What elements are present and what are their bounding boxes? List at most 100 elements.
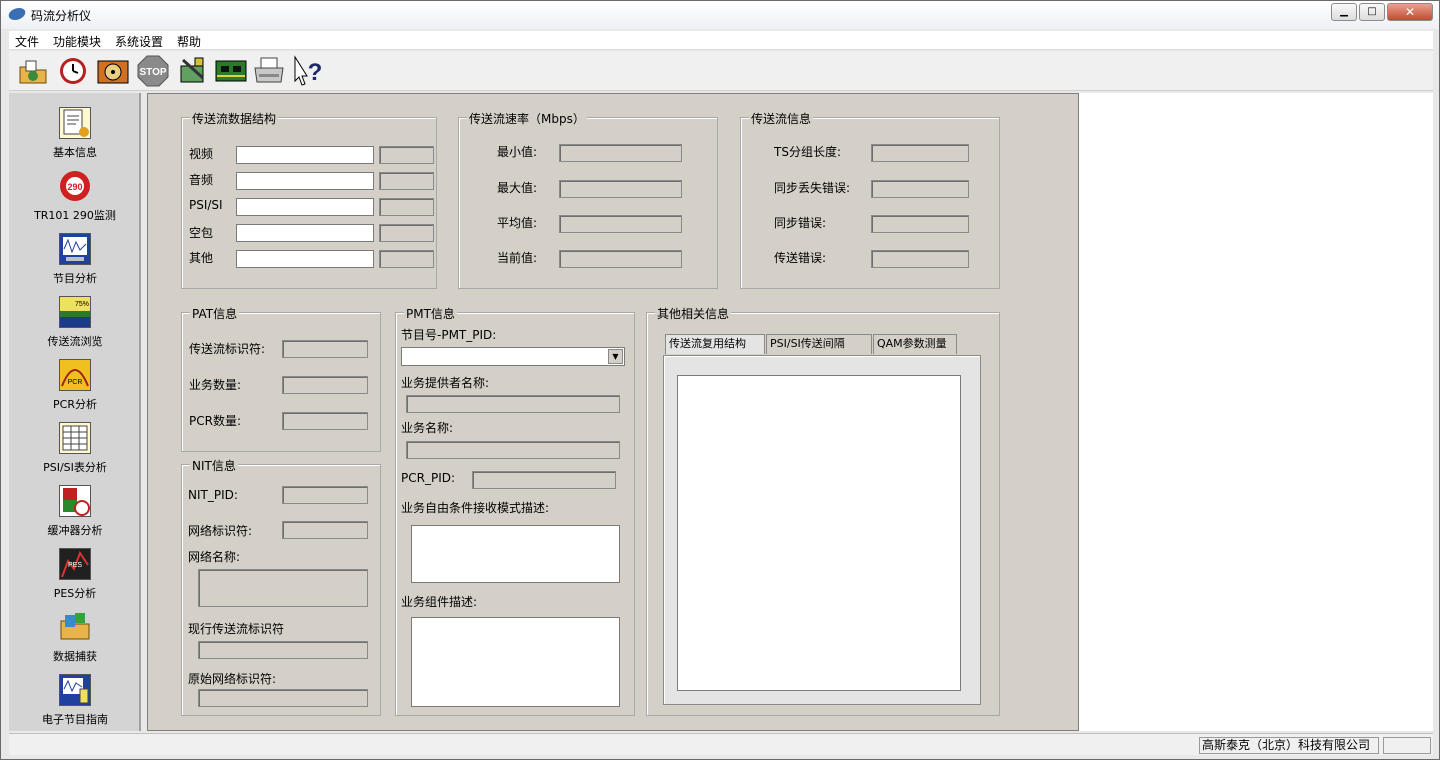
data-capture-icon [59, 611, 91, 643]
menu-function-modules[interactable]: 功能模块 [53, 33, 101, 50]
sync-error-value [871, 215, 969, 233]
tab-panel [663, 355, 981, 705]
nit-title: NIT信息 [190, 457, 238, 474]
menu-system-settings[interactable]: 系统设置 [115, 33, 163, 50]
pat-ts-id-value [282, 340, 368, 358]
sidebar-item-data-capture[interactable]: 数据捕获 [9, 611, 141, 671]
right-blank-pane [1079, 93, 1433, 731]
table-icon [59, 422, 91, 454]
rate-avg-label: 平均值: [497, 216, 538, 230]
other-bar [236, 250, 374, 268]
toolbar: STOP ? [9, 51, 1433, 91]
chevron-down-icon[interactable]: ▼ [608, 349, 623, 364]
main-panel: 传送流数据结构 视频 音频 PSI/SI 空包 其他 传送流速率（Mbps） 最… [147, 93, 1079, 731]
video-value [379, 146, 434, 164]
tab-mux-structure[interactable]: 传送流复用结构 [665, 334, 765, 354]
sync-loss-value [871, 180, 969, 198]
waveform-monitor-icon [59, 233, 91, 265]
other-label: 其他 [189, 251, 214, 265]
ts-structure-group: 传送流数据结构 视频 音频 PSI/SI 空包 其他 [181, 110, 437, 289]
sync-error-label: 同步错误: [774, 216, 827, 230]
menu-file[interactable]: 文件 [15, 33, 39, 50]
pat-pcr-count-value [282, 412, 368, 430]
current-ts-id-label: 现行传送流标识符 [188, 622, 285, 636]
document-icon [59, 107, 91, 139]
svg-text:STOP: STOP [139, 67, 166, 78]
help-icon[interactable]: ? [289, 55, 321, 86]
sidebar-item-buffer-analysis[interactable]: 缓冲器分析 [9, 485, 141, 545]
resize-grip[interactable] [1383, 737, 1431, 754]
component-desc-textarea[interactable] [411, 617, 620, 707]
sidebar-item-ts-browse[interactable]: 75% 传送流浏览 [9, 296, 141, 356]
sidebar: 基本信息 290 TR101 290监测 节目分析 75% 传送流浏览 PCR … [9, 93, 141, 731]
pat-service-count-label: 业务数量: [189, 378, 242, 392]
tab-qam-measurement[interactable]: QAM参数测量 [873, 334, 957, 354]
other-info-group: 其他相关信息 [646, 305, 1000, 716]
audio-value [379, 172, 434, 190]
null-packet-value [379, 224, 434, 242]
ts-packet-length-label: TS分组长度: [774, 145, 841, 159]
ts-rate-group: 传送流速率（Mbps） 最小值: 最大值: 平均值: 当前值: [458, 110, 718, 289]
ts-rate-title: 传送流速率（Mbps） [467, 110, 587, 127]
original-network-id-label: 原始网络标识符: [188, 672, 277, 686]
pat-group: PAT信息 传送流标识符: 业务数量: PCR数量: [181, 305, 381, 452]
pat-title: PAT信息 [190, 305, 240, 322]
network-name-value [198, 569, 368, 607]
rate-current-label: 当前值: [497, 251, 538, 265]
ts-info-group: 传送流信息 TS分组长度: 同步丢失错误: 同步错误: 传送错误: [740, 110, 1000, 289]
provider-name-label: 业务提供者名称: [401, 376, 490, 390]
open-folder-icon[interactable] [17, 56, 49, 86]
tab-psi-si-interval[interactable]: PSI/SI传送间隔 [766, 334, 872, 354]
clock-icon[interactable] [57, 56, 89, 86]
mux-structure-view [677, 375, 961, 691]
rate-min-label: 最小值: [497, 145, 538, 159]
circuit-board-icon[interactable] [215, 56, 247, 86]
audio-label: 音频 [189, 173, 214, 187]
sync-loss-label: 同步丢失错误: [774, 181, 851, 195]
pmt-group: PMT信息 节目号-PMT_PID: ▼ 业务提供者名称: 业务名称: PCR_… [395, 305, 635, 716]
pat-service-count-value [282, 376, 368, 394]
pcr-pid-value [472, 471, 616, 489]
minimize-button[interactable]: ▁ [1331, 3, 1357, 21]
rate-current-value [559, 250, 682, 268]
disk-icon[interactable] [97, 56, 129, 86]
sidebar-item-program-analysis[interactable]: 节目分析 [9, 233, 141, 293]
sidebar-item-epg[interactable]: 电子节目指南 [9, 674, 141, 734]
close-button[interactable]: ✕ [1387, 3, 1433, 21]
stream-browse-icon: 75% [59, 296, 91, 328]
sidebar-item-pcr-analysis[interactable]: PCR PCR分析 [9, 359, 141, 419]
svg-text:75%: 75% [75, 301, 89, 308]
rate-min-value [559, 144, 682, 162]
maximize-button[interactable]: □ [1359, 3, 1385, 21]
psi-si-value [379, 198, 434, 216]
title-bar: 码流分析仪 ▁ □ ✕ [1, 1, 1439, 29]
app-window: 码流分析仪 ▁ □ ✕ 文件 功能模块 系统设置 帮助 STOP ? 基本信息 … [0, 0, 1440, 760]
sidebar-item-psi-si-table[interactable]: PSI/SI表分析 [9, 422, 141, 482]
other-info-title: 其他相关信息 [655, 305, 732, 322]
network-id-value [282, 521, 368, 539]
window-title: 码流分析仪 [31, 9, 92, 23]
sidebar-item-tr101-290[interactable]: 290 TR101 290监测 [9, 170, 141, 230]
sidebar-item-pes-analysis[interactable]: PES PES分析 [9, 548, 141, 608]
network-id-label: 网络标识符: [188, 524, 253, 538]
svg-text:PCR: PCR [68, 379, 83, 386]
printer-icon[interactable] [253, 56, 285, 86]
sidebar-item-basic-info[interactable]: 基本信息 [9, 107, 141, 167]
epg-icon [59, 674, 91, 706]
menu-help[interactable]: 帮助 [177, 33, 201, 50]
menu-bar: 文件 功能模块 系统设置 帮助 [9, 31, 1433, 50]
ca-mode-desc-textarea[interactable] [411, 525, 620, 583]
current-ts-id-value [198, 641, 368, 659]
pcr-pid-label: PCR_PID: [401, 471, 456, 485]
null-packet-bar [236, 224, 374, 242]
ts-info-title: 传送流信息 [749, 110, 814, 127]
psi-si-bar [236, 198, 374, 216]
component-desc-label: 业务组件描述: [401, 595, 478, 609]
transport-error-label: 传送错误: [774, 251, 827, 265]
tools-icon[interactable] [177, 56, 209, 86]
video-bar [236, 146, 374, 164]
stop-icon[interactable]: STOP [137, 55, 169, 87]
program-pmt-pid-select[interactable]: ▼ [401, 347, 625, 366]
ts-structure-title: 传送流数据结构 [190, 110, 279, 127]
pat-pcr-count-label: PCR数量: [189, 414, 241, 428]
